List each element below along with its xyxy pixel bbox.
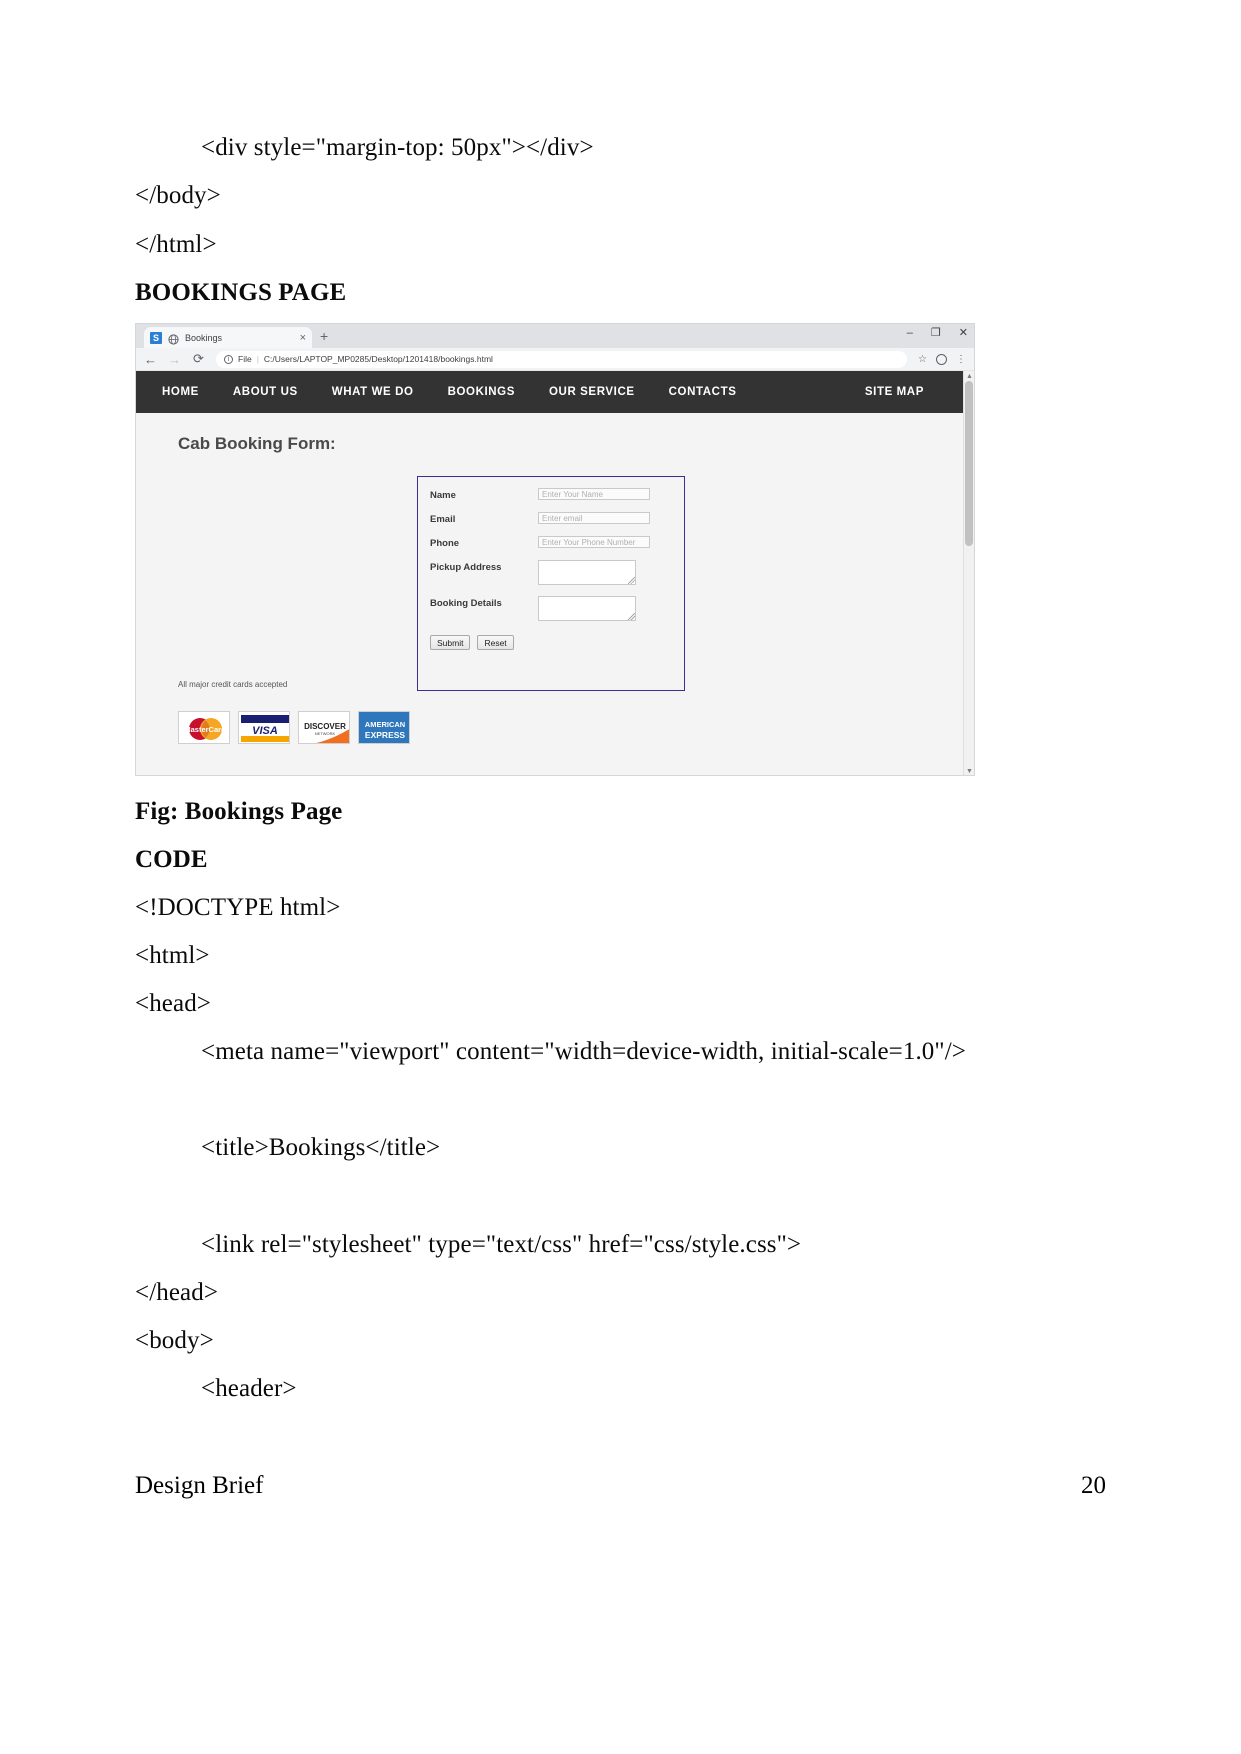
footer-page-number: 20 [1081,1472,1106,1499]
nav-item-site-map[interactable]: SITE MAP [865,386,924,398]
svg-text:AMERICAN: AMERICAN [365,720,405,729]
form-buttons: Submit Reset [418,635,684,650]
info-icon: i [224,354,233,364]
browser-tab-strip: S Bookings × + – ❐ ✕ [136,324,974,348]
scroll-down-icon[interactable]: ▼ [964,766,974,775]
sublime-favicon-icon: S [150,331,162,344]
browser-screenshot-figure: S Bookings × + – ❐ ✕ ← → ⟳ i File | C:/U… [135,323,975,776]
nav-item-our-service[interactable]: OUR SERVICE [549,386,635,398]
form-row-booking-details: Booking Details [418,596,684,621]
window-controls: – ❐ ✕ [907,326,968,340]
code-line: </html> [135,231,217,258]
maximize-icon[interactable]: ❐ [931,326,941,339]
code-line: </body> [135,182,221,209]
reload-icon[interactable]: ⟳ [192,351,205,367]
form-row-pickup-address: Pickup Address [418,560,684,585]
globe-icon [168,332,179,345]
page-viewport: HOME ABOUT US WHAT WE DO BOOKINGS OUR SE… [136,371,974,775]
code-line: <title>Bookings</title> [201,1134,441,1161]
omnibox-separator: | [256,354,259,364]
section-heading-code: CODE [135,846,208,873]
address-bar-url: C:/Users/LAPTOP_MP0285/Desktop/1201418/b… [263,354,493,364]
toolbar-right: ☆ ⋮ [918,353,966,365]
email-input[interactable]: Enter email [538,512,650,524]
nav-item-bookings[interactable]: BOOKINGS [448,386,515,398]
address-bar[interactable]: i File | C:/Users/LAPTOP_MP0285/Desktop/… [216,350,908,368]
nav-item-about-us[interactable]: ABOUT US [233,386,298,398]
form-row-name: Name Enter Your Name [418,488,684,501]
footer-document-title: Design Brief [135,1472,264,1499]
browser-toolbar: ← → ⟳ i File | C:/Users/LAPTOP_MP0285/De… [136,348,974,371]
code-line: <html> [135,942,210,969]
cab-booking-form: Name Enter Your Name Email Enter email P… [417,476,685,691]
code-line: <!DOCTYPE html> [135,894,341,921]
email-label: Email [430,514,456,525]
svg-text:DISCOVER: DISCOVER [304,722,346,731]
name-label: Name [430,490,456,501]
browser-menu-icon[interactable]: ⋮ [956,354,966,365]
american-express-logo-icon: AMERICAN EXPRESS [358,711,410,744]
pickup-address-label: Pickup Address [430,562,502,573]
credit-cards-note: All major credit cards accepted [178,680,288,689]
avatar[interactable] [936,353,947,365]
booking-details-textarea[interactable] [538,596,636,621]
close-tab-icon[interactable]: × [300,332,306,344]
document-page: <div style="margin-top: 50px"></div> </b… [0,0,1241,1754]
code-line: <meta name="viewport" content="width=dev… [201,1038,966,1065]
browser-tab-title: Bookings [185,332,223,343]
name-input[interactable]: Enter Your Name [538,488,650,500]
nav-item-what-we-do[interactable]: WHAT WE DO [332,386,414,398]
code-line: <body> [135,1327,214,1354]
submit-button[interactable]: Submit [430,635,471,650]
pickup-address-textarea[interactable] [538,560,636,585]
phone-input[interactable]: Enter Your Phone Number [538,536,650,548]
new-tab-button[interactable]: + [320,328,328,344]
section-heading-bookings: BOOKINGS PAGE [135,279,347,306]
figure-caption: Fig: Bookings Page [135,798,343,825]
file-scheme-label: File [238,354,252,364]
discover-logo-icon: DISCOVER NETWORK [298,711,350,744]
code-line: <head> [135,990,211,1017]
nav-item-home[interactable]: HOME [162,386,199,398]
code-line: <link rel="stylesheet" type="text/css" h… [201,1231,802,1258]
credit-card-logos: MasterCard VISA DISCOVER NETWORK AMERICA… [178,711,410,744]
booking-details-label: Booking Details [430,598,502,609]
page-scrollbar[interactable]: ▲ ▼ [963,371,974,775]
form-row-phone: Phone Enter Your Phone Number [418,536,684,549]
site-navigation-bar: HOME ABOUT US WHAT WE DO BOOKINGS OUR SE… [136,371,974,413]
code-line: <header> [201,1375,297,1402]
minimize-icon[interactable]: – [907,327,913,339]
visa-logo-icon: VISA [238,711,290,744]
svg-text:VISA: VISA [252,725,278,737]
mastercard-logo-icon: MasterCard [178,711,230,744]
close-window-icon[interactable]: ✕ [959,326,968,339]
browser-tab[interactable]: S Bookings × [144,327,312,348]
code-line: <div style="margin-top: 50px"></div> [201,134,594,161]
page-title: Cab Booking Form: [178,434,336,453]
svg-text:NETWORK: NETWORK [315,731,336,736]
page-content: Cab Booking Form: Name Enter Your Name E… [136,413,974,775]
nav-item-contacts[interactable]: CONTACTS [669,386,737,398]
forward-icon[interactable]: → [168,352,181,367]
code-line: </head> [135,1279,219,1306]
scrollbar-thumb[interactable] [965,381,973,546]
svg-text:EXPRESS: EXPRESS [365,730,405,740]
back-icon[interactable]: ← [144,352,157,367]
reset-button[interactable]: Reset [477,635,514,650]
svg-text:MasterCard: MasterCard [184,725,226,734]
bookmark-star-icon[interactable]: ☆ [918,354,927,365]
phone-label: Phone [430,538,460,549]
form-row-email: Email Enter email [418,512,684,525]
